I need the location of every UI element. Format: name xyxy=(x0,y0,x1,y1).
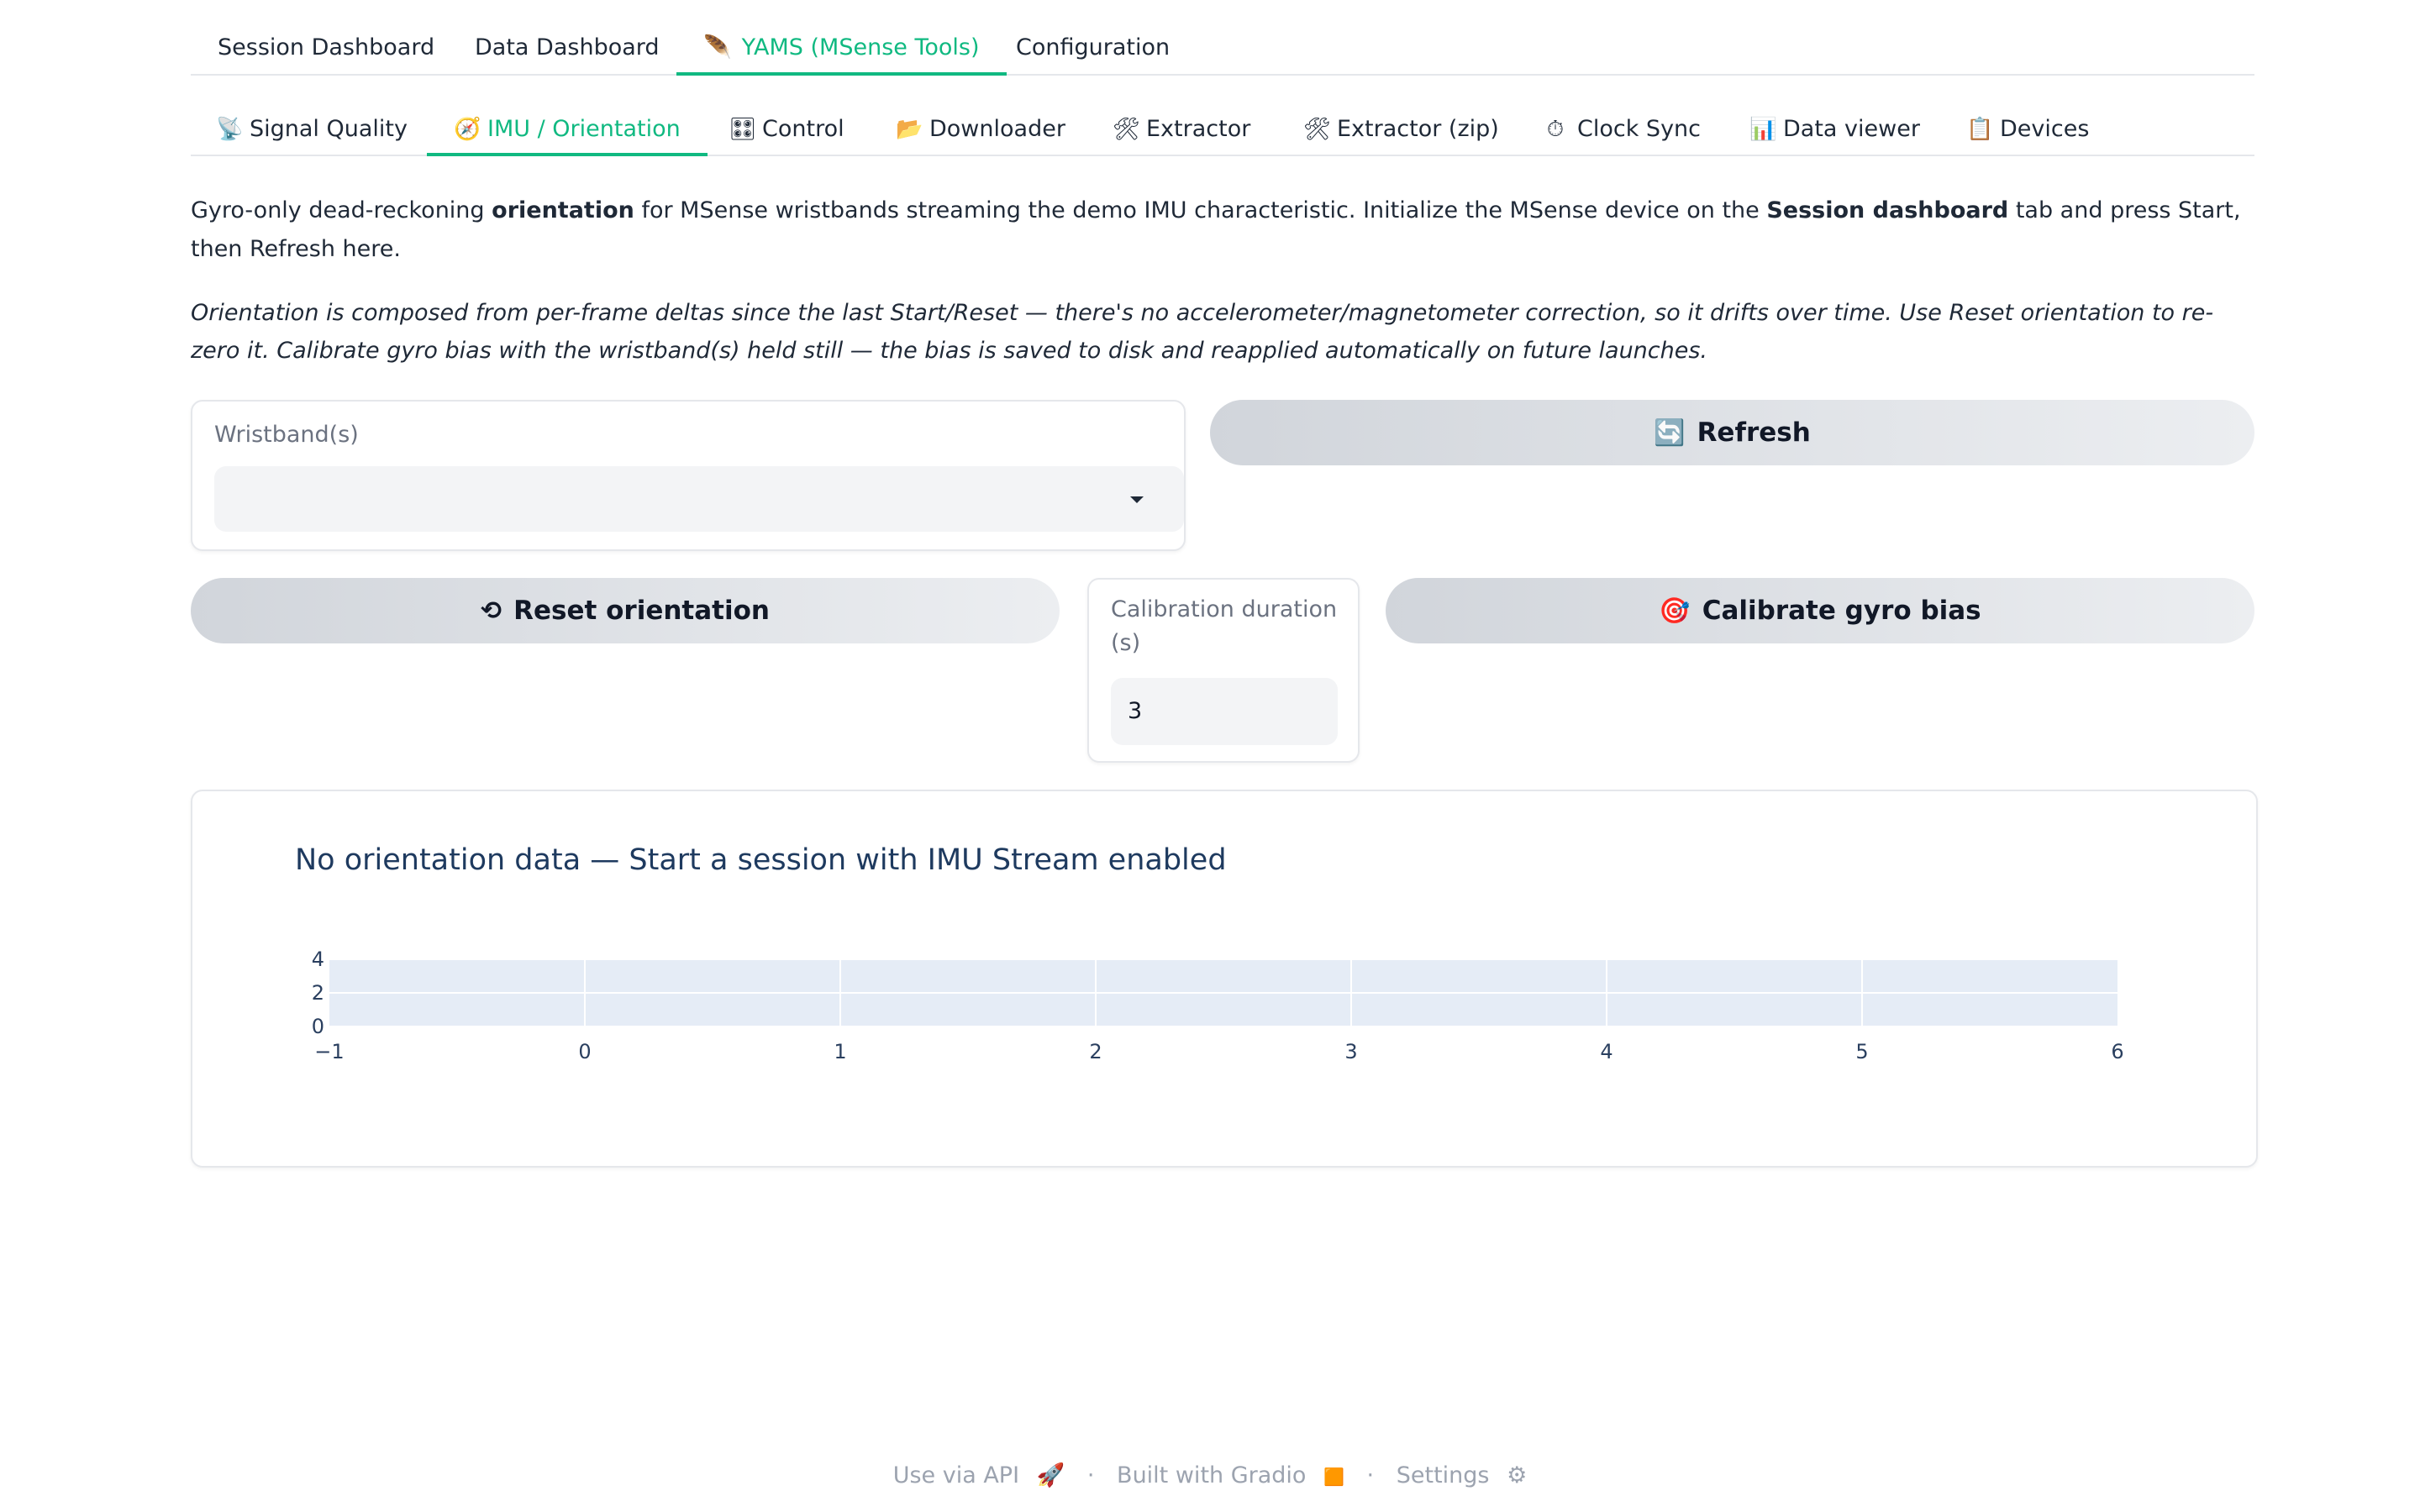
description-bold: Session dashboard xyxy=(1766,197,2009,223)
main-tab-bar: Session Dashboard Data Dashboard 🪶 YAMS (… xyxy=(191,29,2254,76)
tab-label: Extractor xyxy=(1146,116,1251,142)
drift-note: Orientation is composed from per-frame d… xyxy=(191,300,2214,364)
x-tick-label: 3 xyxy=(1344,1040,1357,1063)
x-tick-label: −1 xyxy=(314,1040,344,1063)
reset-orientation-button[interactable]: ⟲ Reset orientation xyxy=(191,578,1060,643)
x-tick-label: 4 xyxy=(1600,1040,1612,1063)
calibration-label: Calibration duration (s) xyxy=(1111,596,1338,656)
x-tick-label: 5 xyxy=(1855,1040,1868,1063)
settings-link[interactable]: Settings ⚙ xyxy=(1392,1462,1533,1488)
x-tick-label: 0 xyxy=(578,1040,591,1063)
tab-configuration[interactable]: Configuration xyxy=(1016,29,1170,74)
refresh-button[interactable]: 🔄 Refresh xyxy=(1210,400,2254,465)
gear-icon: ⚙ xyxy=(1507,1462,1528,1488)
orientation-plot-card: No orientation data — Start a session wi… xyxy=(191,790,2258,1168)
calibrate-gyro-bias-button[interactable]: 🎯 Calibrate gyro bias xyxy=(1386,578,2254,643)
calibrate-label: Calibrate gyro bias xyxy=(1702,596,1981,626)
orientation-plot: −1 0 1 2 3 4 5 6024 xyxy=(312,948,2124,1063)
chevron-down-icon xyxy=(1130,496,1144,503)
gradio-logo-icon: 🟧 xyxy=(1323,1467,1344,1487)
wristband-label: Wristband(s) xyxy=(214,422,359,448)
refresh-icon: 🔄 xyxy=(1654,417,1686,448)
tab-label: Devices xyxy=(2000,116,2090,142)
target-icon: 🎯 xyxy=(1659,596,1691,626)
separator: · xyxy=(1086,1462,1095,1488)
tab-label: Clock Sync xyxy=(1577,116,1702,142)
tab-signal-quality[interactable]: 📡 Signal Quality xyxy=(216,109,408,155)
api-label: Use via API xyxy=(892,1462,1020,1488)
tab-clock-sync[interactable]: ⏱ Clock Sync xyxy=(1544,109,1701,155)
description-part: for MSense wristbands streaming the demo… xyxy=(634,197,1767,223)
x-tick-label: 1 xyxy=(834,1040,846,1063)
tab-imu-orientation[interactable]: 🧭 IMU / Orientation xyxy=(427,109,708,156)
tab-label: IMU / Orientation xyxy=(487,116,681,142)
tab-control[interactable]: 🎛 Control xyxy=(729,109,844,155)
tab-label: Extractor (zip) xyxy=(1337,116,1499,142)
bar-chart-icon: 📊 xyxy=(1749,117,1777,142)
description-bold: orientation xyxy=(492,197,634,223)
settings-label: Settings xyxy=(1396,1462,1490,1488)
footer: Use via API 🚀 · Built with Gradio 🟧 · Se… xyxy=(0,1462,2420,1488)
y-tick-label: 0 xyxy=(312,1015,324,1038)
y-tick-label: 4 xyxy=(312,948,324,971)
tools-icon: 🛠 xyxy=(1113,117,1141,142)
tab-data-dashboard[interactable]: Data Dashboard xyxy=(475,29,660,74)
x-tick-label: 6 xyxy=(2111,1040,2123,1063)
reset-icon: ⟲ xyxy=(481,596,502,626)
sub-tab-bar: 📡 Signal Quality 🧭 IMU / Orientation 🎛 Cont… xyxy=(191,109,2254,156)
tab-extractor[interactable]: 🛠 Extractor xyxy=(1113,109,1250,155)
use-via-api-link[interactable]: Use via API 🚀 xyxy=(888,1462,1071,1488)
tab-label: Control xyxy=(762,116,844,142)
calibration-duration-input[interactable]: 3 xyxy=(1111,678,1338,745)
control-knobs-icon: 🎛 xyxy=(729,117,757,142)
description-text: Gyro-only dead-reckoning orientation for… xyxy=(191,192,2254,269)
reset-label: Reset orientation xyxy=(513,596,770,626)
x-tick-label: 2 xyxy=(1089,1040,1102,1063)
tab-yams-msense-tools[interactable]: 🪶 YAMS (MSense Tools) xyxy=(676,29,1007,76)
tab-label: Data Dashboard xyxy=(475,34,660,60)
tab-label: YAMS (MSense Tools) xyxy=(741,34,980,60)
folder-icon: 📂 xyxy=(896,117,923,142)
tab-session-dashboard[interactable]: Session Dashboard xyxy=(218,29,434,74)
tab-label: Downloader xyxy=(929,116,1065,142)
built-label: Built with Gradio xyxy=(1117,1462,1307,1488)
stopwatch-icon: ⏱ xyxy=(1546,117,1565,142)
tab-data-viewer[interactable]: 📊 Data viewer xyxy=(1749,109,1920,155)
tab-devices[interactable]: 📋 Devices xyxy=(1966,109,2089,155)
tab-downloader[interactable]: 📂 Downloader xyxy=(896,109,1065,155)
separator: · xyxy=(1366,1462,1375,1488)
tab-label: Session Dashboard xyxy=(218,34,435,60)
wristband-card: Wristband(s) xyxy=(191,400,1186,551)
tab-label: Configuration xyxy=(1016,34,1171,60)
y-tick-label: 2 xyxy=(312,981,324,1005)
tab-label: Data viewer xyxy=(1783,116,1920,142)
feather-icon: 🪶 xyxy=(703,34,732,60)
tab-extractor-zip[interactable]: 🛠 Extractor (zip) xyxy=(1303,109,1499,155)
app-root: Session Dashboard Data Dashboard 🪶 YAMS (… xyxy=(0,0,2420,1512)
tab-label: Signal Quality xyxy=(250,116,408,142)
rocket-icon: 🚀 xyxy=(1036,1462,1065,1488)
compass-icon: 🧭 xyxy=(454,117,481,142)
built-with-gradio-link[interactable]: Built with Gradio 🟧 xyxy=(1112,1462,1349,1488)
clipboard-icon: 📋 xyxy=(1966,117,1994,142)
description-part: Gyro-only dead-reckoning xyxy=(191,197,492,223)
calibration-card: Calibration duration (s) 3 xyxy=(1087,578,1360,763)
wristband-dropdown[interactable] xyxy=(214,466,1184,532)
satellite-icon: 📡 xyxy=(216,117,244,142)
refresh-label: Refresh xyxy=(1697,417,1811,448)
tools-icon: 🛠 xyxy=(1303,117,1332,142)
